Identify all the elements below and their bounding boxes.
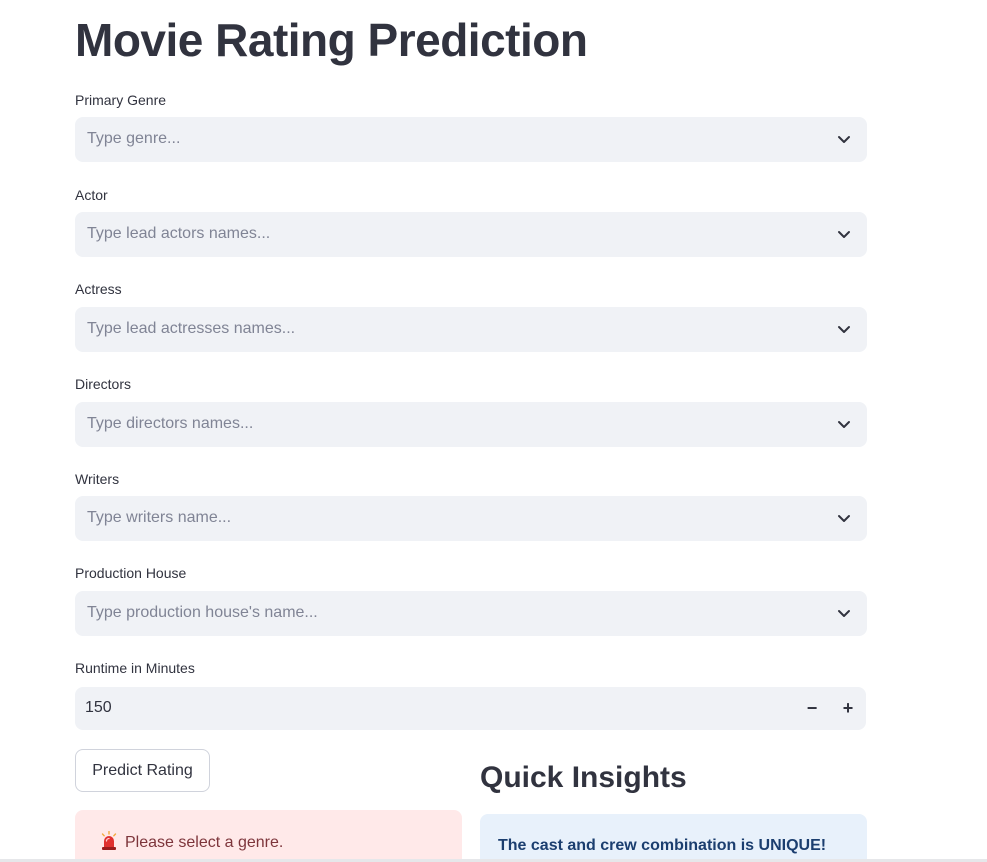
genre-label: Primary Genre <box>75 92 167 108</box>
app-page: Movie Rating Prediction Primary Genre Ty… <box>0 0 987 862</box>
production-house-select[interactable]: Type production house's name... <box>75 591 867 636</box>
genre-placeholder: Type genre... <box>87 130 181 147</box>
actress-label: Actress <box>75 281 122 297</box>
actress-placeholder: Type lead actresses names... <box>87 320 296 337</box>
runtime-number-input[interactable]: 150 − + <box>75 687 866 730</box>
page-title: Movie Rating Prediction <box>75 14 588 66</box>
error-alert: Please select a genre. <box>75 810 462 862</box>
chevron-down-icon[interactable] <box>837 511 851 525</box>
production-house-placeholder: Type production house's name... <box>87 604 318 621</box>
error-message: Please select a genre. <box>125 834 284 851</box>
actor-placeholder: Type lead actors names... <box>87 225 271 242</box>
runtime-label: Runtime in Minutes <box>75 660 195 676</box>
directors-label: Directors <box>75 376 132 392</box>
increment-button[interactable]: + <box>837 697 859 719</box>
decrement-button[interactable]: − <box>801 697 823 719</box>
insight-info-box: The cast and crew combination is UNIQUE! <box>480 814 867 862</box>
chevron-down-icon[interactable] <box>837 606 851 620</box>
production-house-label: Production House <box>75 565 187 581</box>
predict-rating-button[interactable]: Predict Rating <box>75 749 210 792</box>
genre-select[interactable]: Type genre... <box>75 117 867 162</box>
chevron-down-icon[interactable] <box>837 417 851 431</box>
directors-select[interactable]: Type directors names... <box>75 402 867 447</box>
runtime-value[interactable]: 150 <box>85 698 112 718</box>
actor-select[interactable]: Type lead actors names... <box>75 212 867 257</box>
chevron-down-icon[interactable] <box>837 322 851 336</box>
writers-select[interactable]: Type writers name... <box>75 496 867 541</box>
chevron-down-icon[interactable] <box>837 227 851 241</box>
actor-label: Actor <box>75 187 108 203</box>
quick-insights-heading: Quick Insights <box>480 761 687 794</box>
writers-label: Writers <box>75 471 120 487</box>
writers-placeholder: Type writers name... <box>87 509 232 526</box>
siren-icon <box>101 831 117 850</box>
insight-message: The cast and crew combination is UNIQUE! <box>498 837 827 854</box>
directors-placeholder: Type directors names... <box>87 415 254 432</box>
chevron-down-icon[interactable] <box>837 132 851 146</box>
actress-select[interactable]: Type lead actresses names... <box>75 307 867 352</box>
